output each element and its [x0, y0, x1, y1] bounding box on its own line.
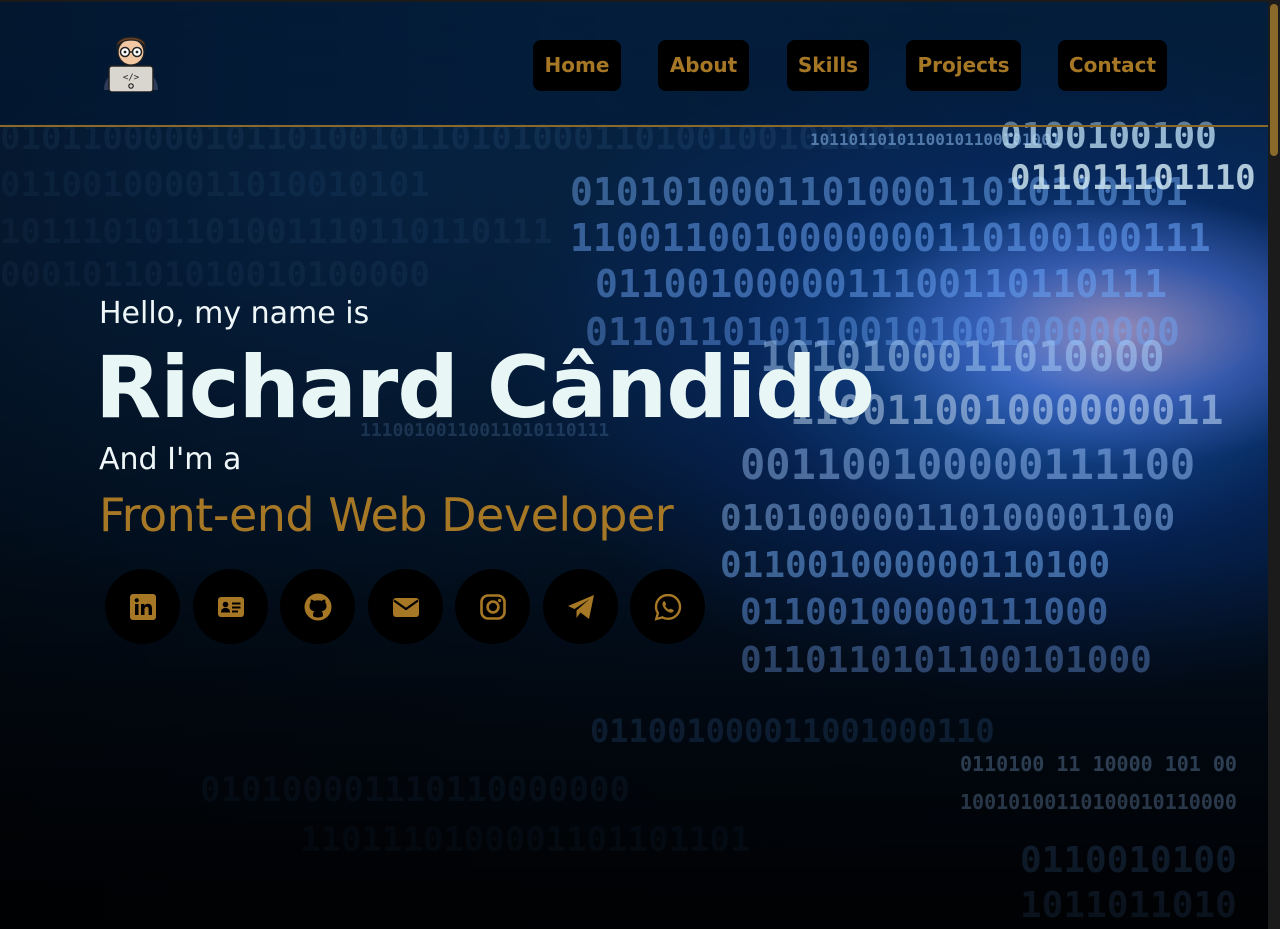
whatsapp-button[interactable] [630, 569, 705, 644]
github-icon [304, 593, 331, 620]
nav-contact-button[interactable]: Contact [1058, 40, 1167, 91]
developer-avatar-logo[interactable]: </> [100, 30, 162, 93]
instagram-icon [479, 593, 506, 620]
nav-home-button[interactable]: Home [533, 40, 621, 91]
telegram-icon [567, 594, 594, 619]
nav-about-button[interactable]: About [658, 40, 749, 91]
contact-card-icon [217, 596, 244, 617]
linkedin-button[interactable] [105, 569, 180, 644]
resume-button[interactable] [193, 569, 268, 644]
scrollbar-thumb[interactable] [1270, 4, 1278, 156]
telegram-button[interactable] [543, 569, 618, 644]
whatsapp-icon [654, 593, 681, 621]
page-scrollbar[interactable] [1268, 0, 1280, 929]
hero-greeting: Hello, my name is [99, 296, 370, 331]
hero-name: Richard Cândido [95, 338, 875, 438]
github-button[interactable] [280, 569, 355, 644]
svg-text:</>: </> [123, 73, 140, 83]
email-button[interactable] [368, 569, 443, 644]
nav-projects-button[interactable]: Projects [906, 40, 1021, 91]
instagram-button[interactable] [455, 569, 530, 644]
site-header: </> Home About Skills Projects Contact [0, 0, 1268, 127]
nav-skills-button[interactable]: Skills [787, 40, 869, 91]
email-icon [392, 597, 419, 617]
hero-intro: And I'm a [99, 442, 242, 477]
hero-role: Front-end Web Developer [99, 488, 674, 542]
linkedin-icon [129, 593, 156, 620]
